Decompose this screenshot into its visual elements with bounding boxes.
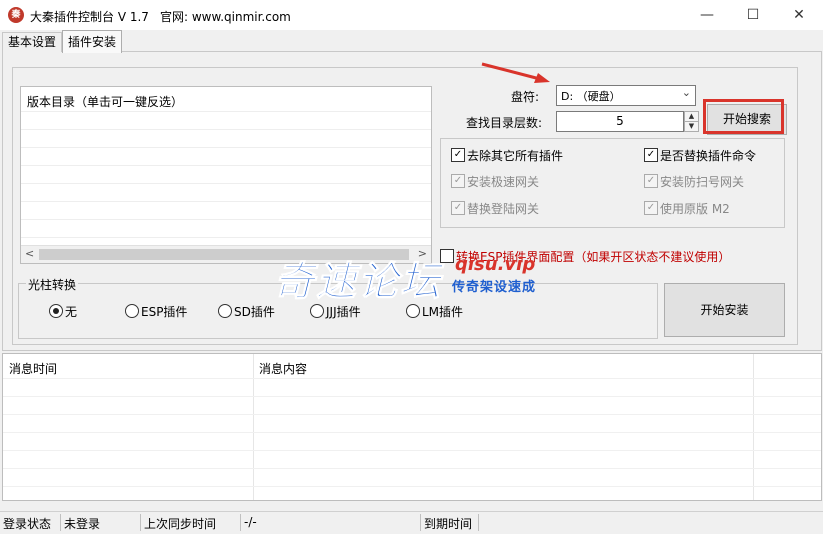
radio-none[interactable] bbox=[49, 304, 63, 318]
checkbox-replace-login-gateway: ✓ bbox=[451, 201, 465, 215]
log-row-line bbox=[3, 486, 821, 487]
depth-label: 查找目录层数: bbox=[466, 116, 543, 130]
checkbox-remove-other-label: 去除其它所有插件 bbox=[467, 149, 564, 163]
depth-input[interactable]: 5 bbox=[556, 111, 684, 132]
radio-esp-label: ESP插件 bbox=[141, 305, 188, 319]
search-highlight-box bbox=[703, 99, 784, 134]
list-row-line bbox=[21, 147, 431, 148]
list-row-line bbox=[21, 183, 431, 184]
close-button[interactable]: ✕ bbox=[776, 0, 822, 30]
depth-value: 5 bbox=[616, 114, 624, 128]
status-separator bbox=[60, 514, 61, 531]
status-bar: 登录状态 未登录 上次同步时间 -/- 到期时间 bbox=[0, 511, 823, 534]
checkbox-replace-login-gateway-label: 替换登陆网关 bbox=[467, 202, 540, 216]
list-row-line bbox=[21, 111, 431, 112]
list-row-line bbox=[21, 129, 431, 130]
radio-sd[interactable] bbox=[218, 304, 232, 318]
status-expire-label: 到期时间 bbox=[424, 517, 473, 531]
red-arrow-icon bbox=[481, 62, 550, 83]
scroll-left-icon[interactable]: < bbox=[25, 247, 34, 260]
status-separator bbox=[240, 514, 241, 531]
title-bar: 秦 大秦插件控制台 V 1.7 官网: www.qinmir.com — ☐ ✕ bbox=[0, 0, 823, 30]
window-site: 官网: www.qinmir.com bbox=[160, 10, 291, 24]
maximize-button[interactable]: ☐ bbox=[730, 0, 776, 30]
minimize-button[interactable]: — bbox=[684, 0, 730, 30]
window-title: 大秦插件控制台 V 1.7 bbox=[30, 10, 149, 24]
status-login-label: 登录状态 bbox=[3, 517, 52, 531]
log-row-line bbox=[3, 414, 821, 415]
checkbox-anti-scan-gateway-label: 安装防扫号网关 bbox=[660, 175, 745, 189]
checkbox-replace-command-label: 是否替换插件命令 bbox=[660, 149, 757, 163]
log-row-line bbox=[3, 432, 821, 433]
app-logo-icon: 秦 bbox=[8, 7, 24, 23]
version-list[interactable]: 版本目录（单击可一键反选） < > bbox=[20, 86, 432, 264]
log-row-line bbox=[3, 396, 821, 397]
tab-plugin-install[interactable]: 插件安装 bbox=[62, 30, 123, 53]
list-row-line bbox=[21, 201, 431, 202]
watermark-main: 奇速论坛 bbox=[274, 259, 442, 306]
column-separator bbox=[253, 354, 254, 500]
log-row-line bbox=[3, 468, 821, 469]
list-row-line bbox=[21, 219, 431, 220]
radio-none-label: 无 bbox=[65, 305, 78, 319]
drive-select[interactable]: D: （硬盘） ⌄ bbox=[556, 85, 696, 106]
status-separator bbox=[478, 514, 479, 531]
tab-basic-settings[interactable]: 基本设置 bbox=[2, 32, 63, 52]
version-list-header: 版本目录（单击可一键反选） bbox=[27, 95, 184, 109]
chevron-down-icon[interactable]: ⌄ bbox=[682, 86, 691, 99]
log-row-line bbox=[3, 378, 821, 379]
radio-esp[interactable] bbox=[125, 304, 139, 318]
log-column-time[interactable]: 消息时间 bbox=[9, 360, 57, 377]
log-table[interactable]: 消息时间 消息内容 bbox=[2, 353, 822, 501]
list-row-line bbox=[21, 237, 431, 238]
status-login-value: 未登录 bbox=[64, 517, 101, 531]
checkbox-anti-scan-gateway: ✓ bbox=[644, 174, 658, 188]
pillar-group-title: 光柱转换 bbox=[26, 276, 79, 293]
radio-sd-label: SD插件 bbox=[234, 305, 275, 319]
log-row-line bbox=[3, 450, 821, 451]
checkbox-original-m2-label: 使用原版 M2 bbox=[660, 202, 730, 216]
status-sync-label: 上次同步时间 bbox=[144, 517, 217, 531]
checkbox-original-m2: ✓ bbox=[644, 201, 658, 215]
checkbox-fast-gateway: ✓ bbox=[451, 174, 465, 188]
drive-label: 盘符: bbox=[511, 90, 540, 104]
checkbox-remove-other[interactable]: ✓ bbox=[451, 148, 465, 162]
checkbox-fast-gateway-label: 安装极速网关 bbox=[467, 175, 540, 189]
radio-selected-dot bbox=[53, 308, 59, 314]
depth-stepper[interactable]: ▲ ▼ bbox=[684, 111, 699, 132]
column-separator bbox=[753, 354, 754, 500]
checkbox-replace-command[interactable]: ✓ bbox=[644, 148, 658, 162]
list-row-line bbox=[21, 165, 431, 166]
log-column-content[interactable]: 消息内容 bbox=[259, 360, 307, 377]
watermark-sub: 传奇架设速成 bbox=[452, 280, 537, 295]
checkbox-convert-esp[interactable] bbox=[440, 249, 454, 263]
drive-value: D: （硬盘） bbox=[561, 90, 621, 103]
status-sync-value: -/- bbox=[244, 515, 257, 529]
start-install-button[interactable]: 开始安装 bbox=[664, 283, 785, 337]
stepper-down-icon[interactable]: ▼ bbox=[684, 121, 699, 132]
status-separator bbox=[140, 514, 141, 531]
status-separator bbox=[420, 514, 421, 531]
watermark-site: qisu.vip bbox=[455, 254, 536, 275]
